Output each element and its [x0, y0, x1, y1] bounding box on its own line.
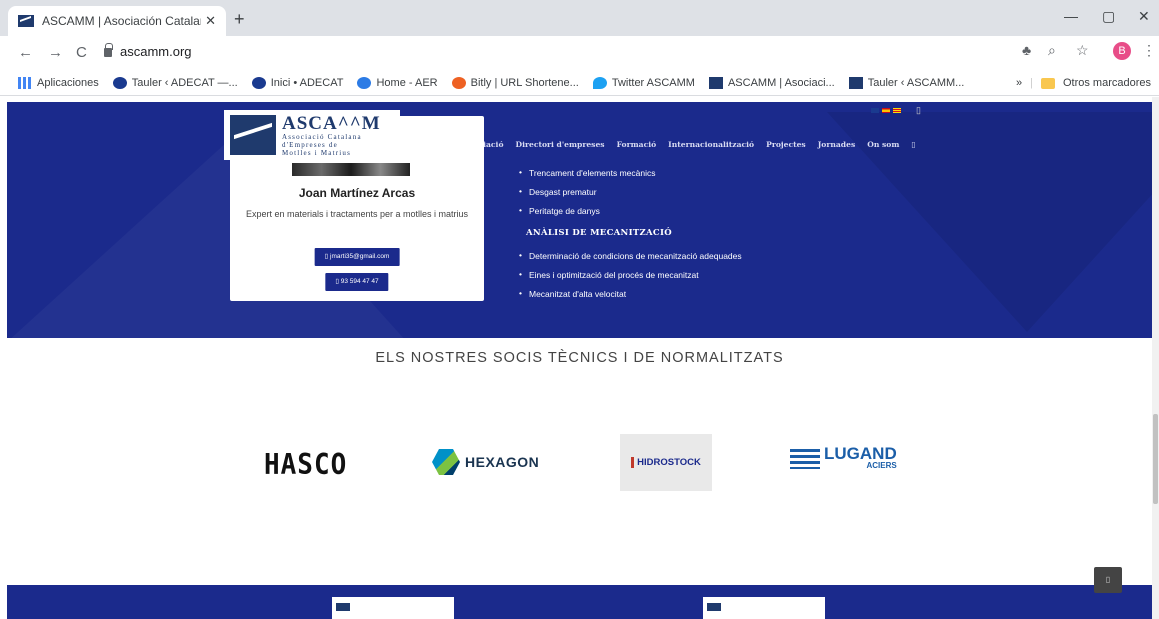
profile-avatar[interactable]: B: [1113, 42, 1131, 60]
service-item: Trencament d'elements mecànics: [518, 167, 742, 187]
partners-logos: HASCO HEXAGON HIDROSTOCK LUGAND ACIERS: [0, 427, 1159, 497]
aer-icon: [357, 76, 372, 89]
url-text: ascamm.org: [120, 44, 192, 59]
nav-internacionalitzacio[interactable]: Internacionalització: [668, 140, 754, 149]
ascamm-logo-icon: [336, 603, 350, 611]
adecat-icon: [251, 76, 266, 89]
bookmark-item[interactable]: Twitter ASCAMM: [592, 76, 695, 89]
nav-jornades[interactable]: Jornades: [818, 140, 856, 149]
lugand-logo[interactable]: LUGAND ACIERS: [790, 445, 897, 470]
zoom-icon[interactable]: ⌕: [1048, 42, 1056, 59]
bookmarks-bar: Aplicaciones Tauler ‹ ADECAT —... Inici …: [0, 70, 1159, 96]
language-extra-icon: ▯: [916, 105, 921, 115]
flag-catalan-icon[interactable]: [893, 108, 901, 113]
apps-icon: [18, 76, 32, 89]
adecat-icon: [112, 76, 127, 89]
bookmark-item[interactable]: Tauler ‹ ADECAT —...: [112, 76, 238, 89]
footer-card-thumbnail[interactable]: [703, 597, 825, 619]
service-item: Determinació de condicions de mecanitzac…: [518, 250, 742, 270]
nav-on-som[interactable]: On som: [867, 140, 899, 149]
ascamm-icon: [848, 76, 863, 89]
services-list: Trencament d'elements mecànics Desgast p…: [518, 167, 742, 308]
bookmark-item[interactable]: ASCAMM | Asociaci...: [708, 76, 835, 89]
browser-titlebar: ASCAMM | Asociación Catalana d ✕ + — ▢ ✕: [0, 0, 1159, 36]
service-item: Desgast prematur: [518, 186, 742, 206]
main-nav: Associació Directori d'empreses Formació…: [459, 140, 916, 149]
bookmark-item[interactable]: Inici • ADECAT: [251, 76, 343, 89]
flag-english-icon[interactable]: [871, 108, 879, 113]
hidrostock-logo[interactable]: HIDROSTOCK: [620, 434, 712, 491]
other-bookmarks-button[interactable]: Otros marcadores: [1063, 77, 1151, 89]
bookmarks-bar-right: » | Otros marcadores: [1015, 77, 1151, 89]
ascamm-favicon-icon: [18, 15, 34, 27]
scroll-to-top-button[interactable]: ▯: [1094, 567, 1122, 593]
ascamm-icon: [708, 76, 723, 89]
menu-kebab-icon[interactable]: ⋮: [1142, 42, 1156, 59]
bookmark-item[interactable]: Home - AER: [357, 76, 438, 89]
phone-button[interactable]: ▯ 93 594 47 47: [325, 273, 389, 291]
ascamm-logo-icon: [230, 115, 276, 155]
maximize-button[interactable]: ▢: [1102, 8, 1115, 25]
forward-button[interactable]: →: [48, 44, 63, 61]
back-button[interactable]: ←: [18, 44, 33, 61]
nav-projectes[interactable]: Projectes: [766, 140, 806, 149]
site-header: ▯ Associació Directori d'empreses Formac…: [7, 102, 1152, 174]
services-heading: ANÀLISI DE MECANITZACIÓ: [526, 228, 672, 238]
nav-formacio[interactable]: Formació: [617, 140, 657, 149]
bitly-icon: [451, 76, 466, 89]
twitter-icon: [592, 76, 607, 89]
lock-icon: [104, 43, 113, 57]
service-item: Mecanitzat d'alta velocitat: [518, 288, 742, 308]
service-item: Eines i optimització del procés de mecan…: [518, 269, 742, 289]
hexagon-logo[interactable]: HEXAGON: [432, 449, 539, 475]
tab-title: ASCAMM | Asociación Catalana d: [42, 14, 201, 28]
page-scrollbar[interactable]: [1152, 97, 1159, 619]
reload-button[interactable]: C: [76, 44, 87, 61]
site-logo[interactable]: ASCA^^M Associació Catalana d'Empreses d…: [224, 110, 400, 160]
new-tab-button[interactable]: +: [234, 9, 245, 30]
tab-close-icon[interactable]: ✕: [205, 13, 216, 29]
minimize-button[interactable]: —: [1064, 8, 1078, 24]
language-switcher: ▯: [871, 105, 921, 116]
expert-description: Expert en materials i tractaments per a …: [245, 209, 469, 219]
browser-tab[interactable]: ASCAMM | Asociación Catalana d ✕: [8, 6, 226, 36]
hasco-logo[interactable]: HASCO: [264, 449, 347, 482]
ascamm-logo-icon: [707, 603, 721, 611]
bookmark-star-icon[interactable]: ☆: [1076, 42, 1089, 59]
footer-card-thumbnail[interactable]: [332, 597, 454, 619]
expert-name: Joan Martínez Arcas: [298, 186, 416, 200]
hexagon-icon: [432, 449, 460, 475]
expert-photo: [292, 163, 410, 176]
address-bar[interactable]: ascamm.org: [104, 43, 192, 59]
bookmark-item[interactable]: Bitly | URL Shortene...: [451, 76, 579, 89]
flag-spanish-icon[interactable]: [882, 108, 890, 113]
folder-icon: [1040, 77, 1055, 89]
close-window-button[interactable]: ✕: [1138, 8, 1150, 25]
nav-directori[interactable]: Directori d'empreses: [516, 140, 605, 149]
bookmark-item[interactable]: Aplicaciones: [18, 76, 99, 89]
scrollbar-thumb[interactable]: [1153, 414, 1158, 504]
service-item: Peritatge de danys: [518, 205, 742, 225]
more-bookmarks-button[interactable]: »: [1016, 77, 1022, 89]
page-content: ▯ Associació Directori d'empreses Formac…: [0, 97, 1159, 619]
partners-title: ELS NOSTRES SOCIS TÈCNICS I DE NORMALITZ…: [375, 350, 784, 366]
extension-icon[interactable]: ♣: [1022, 42, 1031, 58]
logo-name: ASCA^^M: [282, 112, 381, 134]
lugand-icon: [790, 448, 820, 469]
email-button[interactable]: ▯ jmarti35@gmail.com: [314, 248, 400, 266]
footer-band: [7, 585, 1152, 619]
bookmark-item[interactable]: Tauler ‹ ASCAMM...: [848, 76, 964, 89]
nav-search-icon[interactable]: ▯: [911, 140, 915, 149]
